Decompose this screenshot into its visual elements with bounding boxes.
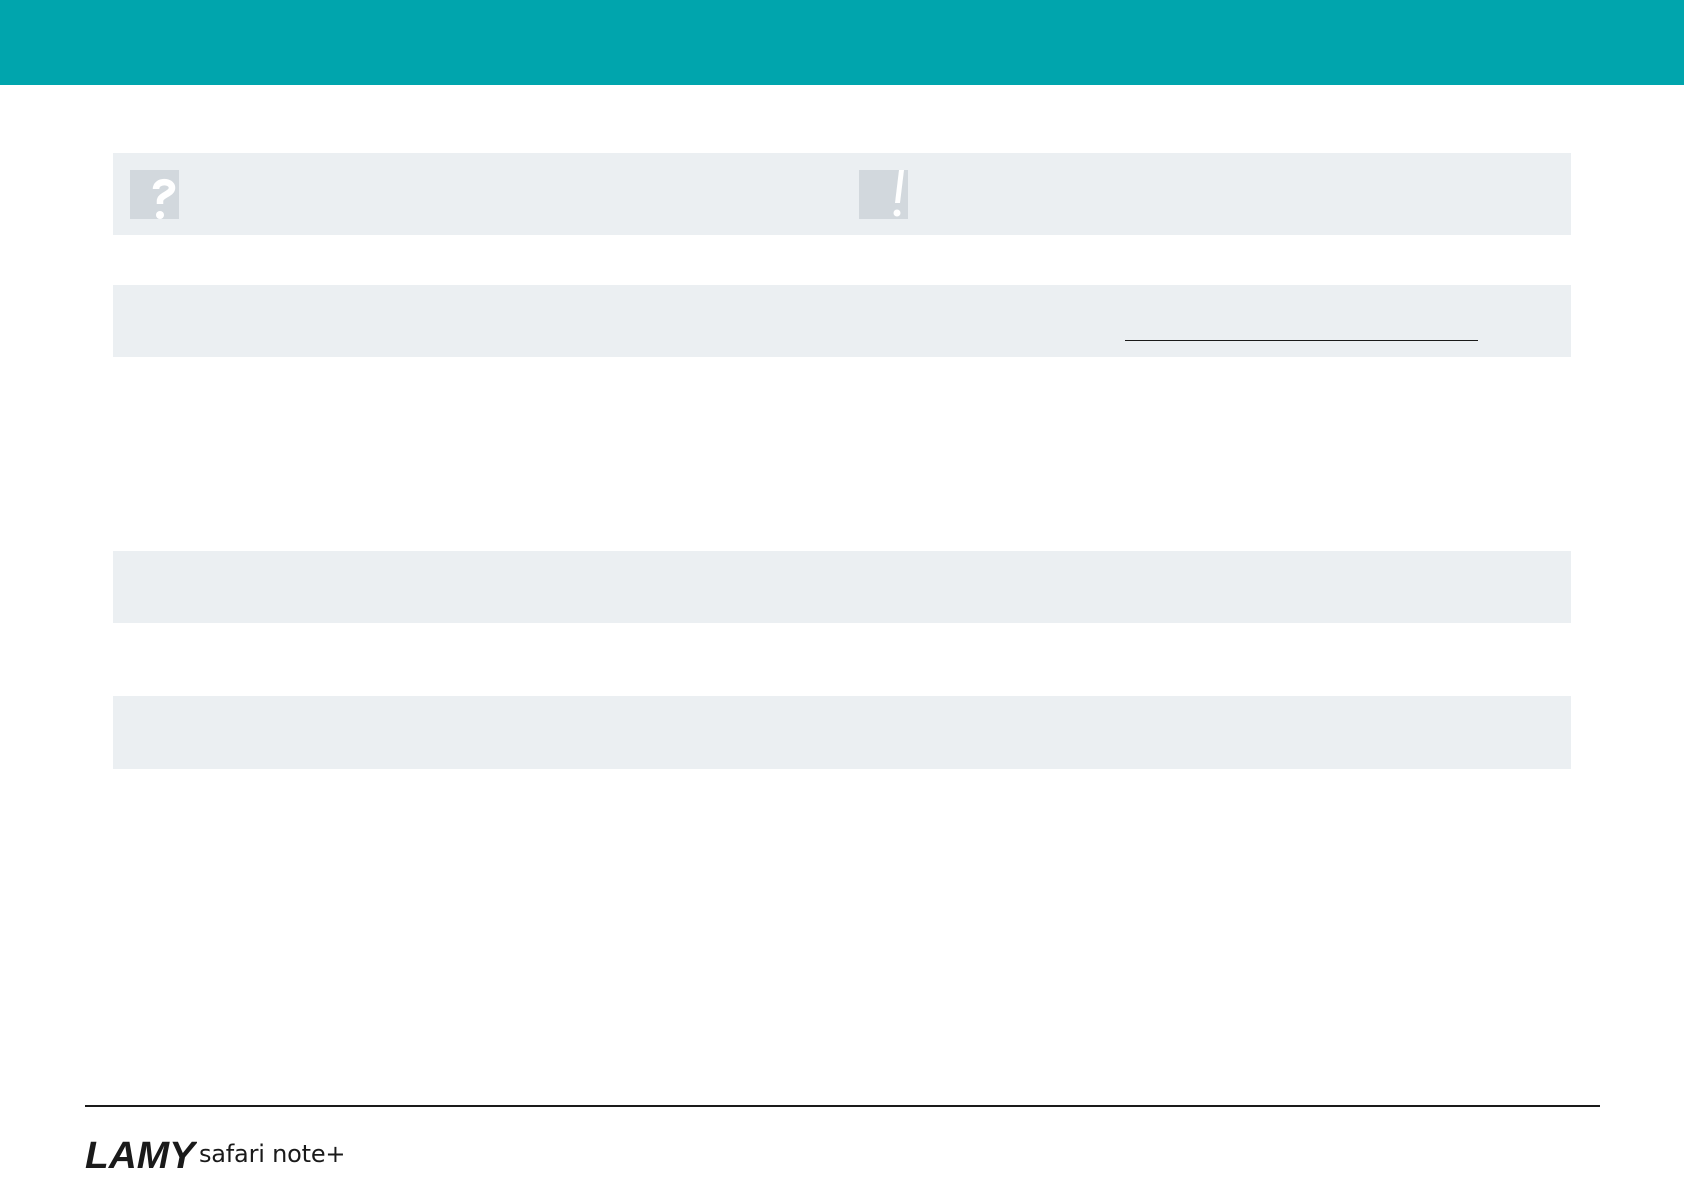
footer-brand: LAMY safari note+ (85, 1130, 346, 1170)
lamy-logo-text: LAMY (85, 1138, 197, 1170)
lamy-logo: LAMY (85, 1138, 197, 1170)
product-name: safari note+ (199, 1140, 346, 1168)
question-answer-panel (113, 153, 1571, 235)
exclamation-mark-icon (859, 170, 908, 219)
header-bar (0, 0, 1684, 85)
info-panel (113, 551, 1571, 623)
question-mark-icon (130, 170, 179, 219)
info-panel (113, 696, 1571, 769)
info-panel (113, 285, 1571, 357)
footer-divider (85, 1105, 1600, 1107)
link-underline[interactable] (1125, 340, 1478, 341)
